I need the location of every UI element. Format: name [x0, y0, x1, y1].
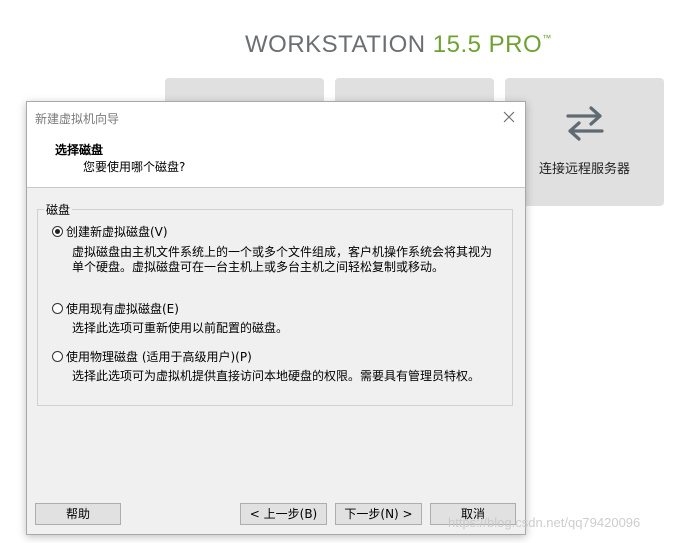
disk-groupbox: 磁盘 创建新虚拟磁盘(V) 虚拟磁盘由主机文件系统上的一个或多个文件组成，客户机…	[37, 201, 513, 406]
dialog-titlebar: 新建虚拟机向导	[27, 102, 525, 132]
watermark-text: https://blog.csdn.net/qq79420096	[448, 515, 641, 530]
brand-edition: PRO	[488, 31, 543, 58]
description-line: 选择此选项可为虚拟机提供直接访问本地硬盘的权限。需要具有管理员特权。	[72, 369, 481, 383]
wizard-step-subtitle: 您要使用哪个磁盘?	[83, 160, 186, 174]
description-line: 虚拟磁盘由主机文件系统上的一个或多个文件组成，客户机操作系统会将其视为	[72, 245, 493, 259]
help-button[interactable]: 帮助	[35, 503, 121, 525]
back-button[interactable]: < 上一步(B)	[240, 503, 327, 525]
dialog-title: 新建虚拟机向导	[35, 112, 120, 126]
radio-create-new-virtual-disk[interactable]: 创建新虚拟磁盘(V)	[52, 223, 168, 240]
radio-indicator-checked[interactable]	[52, 226, 63, 237]
new-vm-wizard-dialog: 新建虚拟机向导 选择磁盘 您要使用哪个磁盘? 磁盘 创建新虚拟磁盘(V) 虚拟磁…	[26, 101, 526, 535]
radio-indicator[interactable]	[52, 351, 63, 362]
option-description: 虚拟磁盘由主机文件系统上的一个或多个文件组成，客户机操作系统会将其视为 单个硬盘…	[72, 245, 492, 275]
radio-use-physical-disk[interactable]: 使用物理磁盘 (适用于高级用户)(P)	[52, 348, 252, 365]
option-label: 使用物理磁盘 (适用于高级用户)(P)	[66, 350, 252, 364]
brand-version: 15.5	[432, 31, 482, 58]
description-line: 单个硬盘。虚拟磁盘可在一台主机上或多台主机之间轻松复制或移动。	[72, 260, 445, 274]
product-brand: WORKSTATION 15.5 PRO™	[245, 31, 552, 59]
option-description: 选择此选项可为虚拟机提供直接访问本地硬盘的权限。需要具有管理员特权。	[72, 369, 480, 384]
wizard-step-title: 选择磁盘	[55, 143, 104, 157]
home-tile-connect-remote-server[interactable]: 连接远程服务器	[505, 78, 664, 206]
option-description: 选择此选项可重新使用以前配置的磁盘。	[72, 321, 288, 336]
next-button[interactable]: 下一步(N) >	[335, 503, 422, 525]
brand-trademark: ™	[542, 33, 552, 43]
option-label: 使用现有虚拟磁盘(E)	[66, 302, 179, 316]
option-label: 创建新虚拟磁盘(V)	[66, 225, 168, 239]
brand-name: WORKSTATION	[245, 31, 426, 58]
radio-indicator[interactable]	[52, 303, 63, 314]
disk-group-label: 磁盘	[44, 201, 73, 218]
tile-label: 连接远程服务器	[538, 162, 630, 177]
wizard-header: 选择磁盘 您要使用哪个磁盘?	[27, 132, 525, 188]
radio-use-existing-virtual-disk[interactable]: 使用现有虚拟磁盘(E)	[52, 300, 179, 317]
description-line: 选择此选项可重新使用以前配置的磁盘。	[72, 321, 289, 335]
close-icon[interactable]	[499, 107, 519, 127]
swap-arrows-icon	[566, 106, 604, 141]
